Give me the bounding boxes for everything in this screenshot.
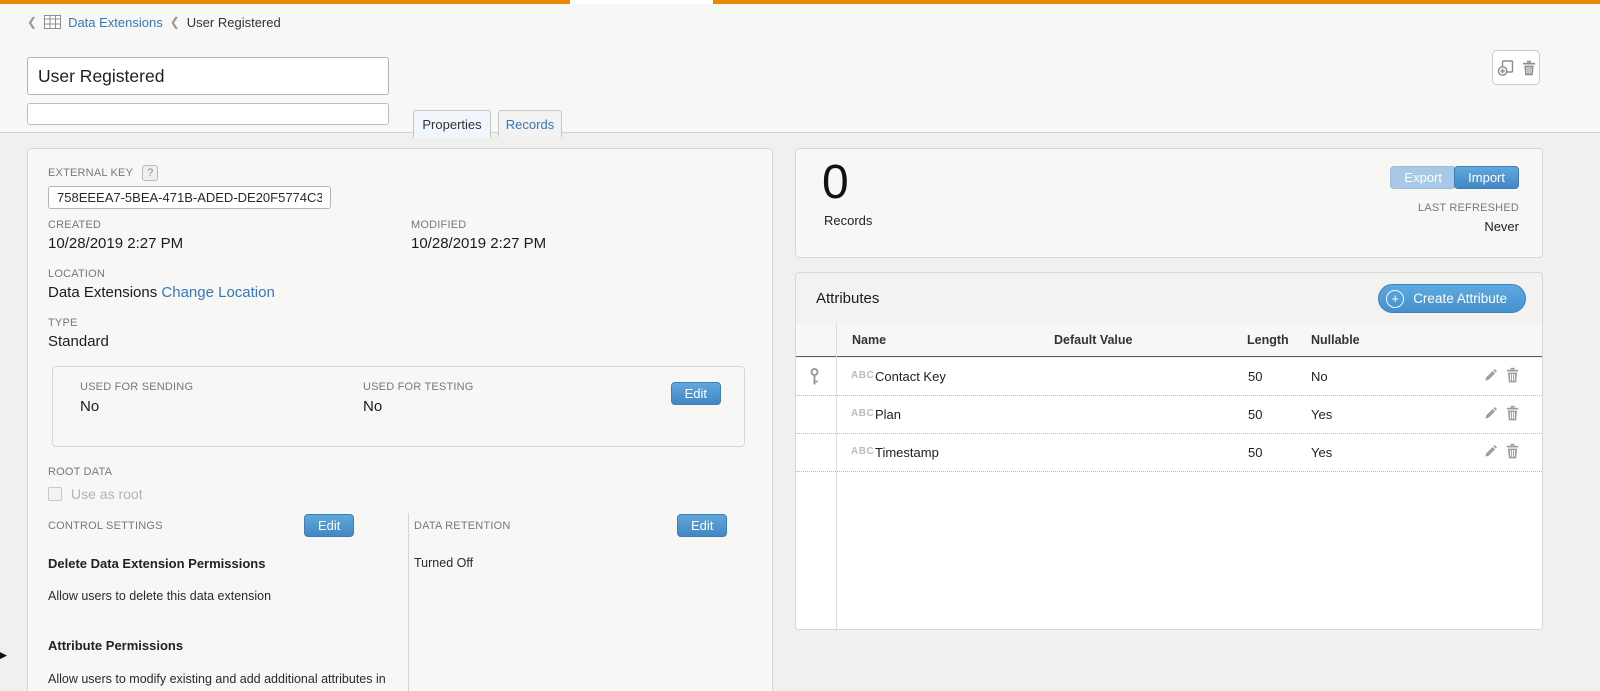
attributes-table-body: ABC Contact Key 50 No xyxy=(796,358,1542,630)
use-as-root-label: Use as root xyxy=(71,486,143,502)
attribute-name: Plan xyxy=(875,407,901,422)
attribute-nullable: Yes xyxy=(1311,445,1332,460)
edit-attribute-pencil-icon[interactable] xyxy=(1483,444,1498,459)
data-retention-value: Turned Off xyxy=(414,556,473,570)
root-data-label: ROOT DATA xyxy=(48,466,112,478)
location-value: Data Extensions Change Location xyxy=(48,284,275,301)
records-count-label: Records xyxy=(824,213,872,228)
used-for-testing-value: No xyxy=(363,398,382,415)
used-for-testing-label: USED FOR TESTING xyxy=(363,381,474,393)
data-extension-table-icon xyxy=(44,15,61,29)
back-chevron-icon[interactable]: ❮ xyxy=(27,15,37,29)
extension-description-input[interactable] xyxy=(27,103,389,125)
attribute-name: Timestamp xyxy=(875,445,939,460)
tab-records[interactable]: Records xyxy=(498,110,562,137)
created-label: CREATED xyxy=(48,219,101,231)
attributes-header: Attributes + Create Attribute xyxy=(796,273,1542,323)
delete-extension-trash-icon[interactable] xyxy=(1522,60,1536,76)
edit-data-retention-button[interactable]: Edit xyxy=(677,514,727,537)
used-for-sending-label: USED FOR SENDING xyxy=(80,381,193,393)
change-location-link[interactable]: Change Location xyxy=(161,284,274,301)
help-icon[interactable]: ? xyxy=(142,165,158,181)
cursor-arrow-icon: ▶ xyxy=(0,645,7,665)
last-refreshed-label: LAST REFRESHED xyxy=(1418,202,1519,214)
attribute-name: Contact Key xyxy=(875,369,946,384)
used-for-sending-value: No xyxy=(80,398,99,415)
edit-attribute-pencil-icon[interactable] xyxy=(1483,406,1498,421)
tab-properties[interactable]: Properties xyxy=(413,110,491,138)
last-refreshed-value: Never xyxy=(1484,219,1519,234)
attribute-nullable: Yes xyxy=(1311,407,1332,422)
breadcrumb-data-extensions-link[interactable]: Data Extensions xyxy=(68,15,163,30)
attributes-title: Attributes xyxy=(816,290,879,307)
attribute-nullable: No xyxy=(1311,369,1328,384)
use-as-root-checkbox[interactable] xyxy=(48,487,62,501)
create-attribute-button[interactable]: + Create Attribute xyxy=(1378,284,1526,313)
delete-attribute-trash-icon[interactable] xyxy=(1506,367,1519,383)
use-as-root-row: Use as root xyxy=(48,486,143,502)
delete-permissions-title: Delete Data Extension Permissions xyxy=(48,556,265,571)
delete-attribute-trash-icon[interactable] xyxy=(1506,405,1519,421)
column-header-name: Name xyxy=(852,333,886,347)
column-header-default-value: Default Value xyxy=(1054,333,1133,347)
data-extension-properties-page: ❮ Data Extensions ❮ User Registered xyxy=(0,0,1600,691)
create-attribute-label: Create Attribute xyxy=(1413,291,1507,306)
records-summary-panel: 0 Records Export Import LAST REFRESHED N… xyxy=(795,148,1543,258)
delete-attribute-trash-icon[interactable] xyxy=(1506,443,1519,459)
page-header: ❮ Data Extensions ❮ User Registered xyxy=(0,4,1600,133)
edit-attribute-pencil-icon[interactable] xyxy=(1483,368,1498,383)
external-key-label: EXTERNAL KEY xyxy=(48,167,133,179)
edit-control-settings-button[interactable]: Edit xyxy=(304,514,354,537)
copy-move-icon[interactable] xyxy=(1497,60,1514,76)
text-type-icon: ABC xyxy=(851,370,874,381)
external-key-input[interactable] xyxy=(48,186,331,209)
table-row: ABC Contact Key 50 No xyxy=(796,358,1542,396)
records-count: 0 xyxy=(822,155,849,210)
primary-key-gutter-divider xyxy=(836,323,837,630)
breadcrumb: ❮ Data Extensions ❮ User Registered xyxy=(27,12,281,32)
type-value: Standard xyxy=(48,333,109,350)
breadcrumb-current: User Registered xyxy=(187,15,281,30)
properties-panel: EXTERNAL KEY ? CREATED 10/28/2019 2:27 P… xyxy=(27,148,773,691)
modified-label: MODIFIED xyxy=(411,219,466,231)
attribute-length: 50 xyxy=(1248,445,1262,460)
attribute-permissions-title: Attribute Permissions xyxy=(48,638,183,653)
type-label: TYPE xyxy=(48,317,78,329)
breadcrumb-separator-icon: ❮ xyxy=(170,15,180,29)
extension-name-input[interactable] xyxy=(27,57,389,95)
created-value: 10/28/2019 2:27 PM xyxy=(48,235,183,252)
attribute-length: 50 xyxy=(1248,407,1262,422)
attributes-table-header: Name Default Value Length Nullable xyxy=(796,323,1542,357)
attribute-permissions-desc: Allow users to modify existing and add a… xyxy=(48,672,386,686)
attribute-length: 50 xyxy=(1248,369,1262,384)
text-type-icon: ABC xyxy=(851,446,874,457)
column-divider xyxy=(408,513,409,691)
export-button[interactable]: Export xyxy=(1390,166,1456,189)
sending-settings-box: USED FOR SENDING No USED FOR TESTING No … xyxy=(52,366,745,447)
attributes-panel: Attributes + Create Attribute Name Defau… xyxy=(795,272,1543,630)
edit-sending-button[interactable]: Edit xyxy=(671,382,721,405)
delete-permissions-desc: Allow users to delete this data extensio… xyxy=(48,589,271,603)
modified-value: 10/28/2019 2:27 PM xyxy=(411,235,546,252)
import-button[interactable]: Import xyxy=(1454,166,1519,189)
column-header-nullable: Nullable xyxy=(1311,333,1360,347)
primary-key-icon xyxy=(809,368,820,386)
plus-icon: + xyxy=(1386,290,1404,308)
data-retention-label: DATA RETENTION xyxy=(414,520,511,532)
control-settings-label: CONTROL SETTINGS xyxy=(48,520,163,532)
location-label: LOCATION xyxy=(48,268,105,280)
location-folder: Data Extensions xyxy=(48,284,157,301)
header-action-group xyxy=(1492,50,1540,85)
text-type-icon: ABC xyxy=(851,408,874,419)
column-header-length: Length xyxy=(1247,333,1289,347)
table-row: ABC Timestamp 50 Yes xyxy=(796,434,1542,472)
table-row: ABC Plan 50 Yes xyxy=(796,396,1542,434)
